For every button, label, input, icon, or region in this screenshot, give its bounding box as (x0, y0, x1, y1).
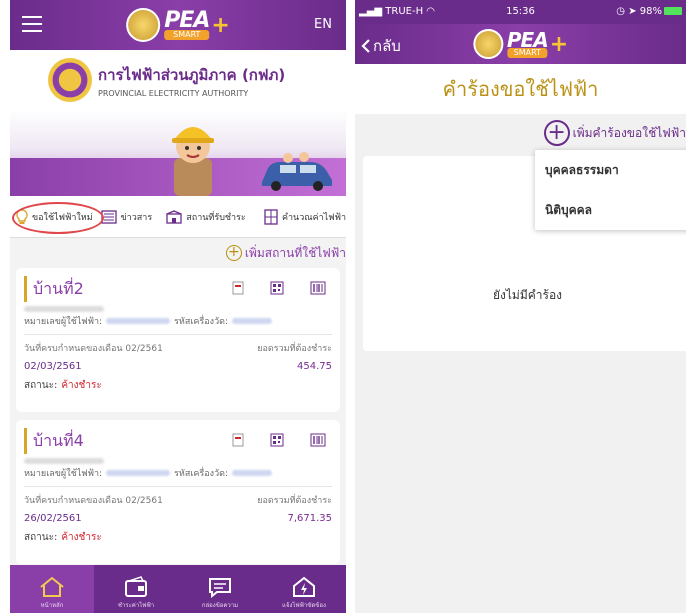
home-icon (40, 576, 64, 597)
pea-smart-logo: PEA SMART + (126, 4, 230, 46)
clock: 15:36 (506, 6, 535, 17)
add-request-button[interactable]: + เพิ่มคำร้องขอใช้ไฟฟ้า (543, 120, 686, 146)
top-bar: PEA SMART + EN (10, 0, 346, 50)
meter-label: รหัสเครื่องวัด: (174, 469, 228, 479)
barcode-icon[interactable] (310, 432, 326, 451)
battery-percent: 98% (639, 6, 662, 17)
empty-state-text: ยังไม่มีคำร้อง (493, 288, 563, 302)
meter-label: รหัสเครื่องวัด: (174, 317, 228, 327)
blurred-account-number (106, 318, 171, 324)
qr-code-icon[interactable] (270, 432, 284, 451)
brand-thai: การไฟฟ้าส่วนภูมิภาค (กฟภ) (98, 65, 286, 84)
barcode-icon[interactable] (310, 280, 326, 299)
bottom-nav: หน้าหลัก ชำระค่าไฟฟ้า กล่องข้อความ แจ้งไ… (10, 565, 346, 613)
option-individual[interactable]: บุคคลธรรมดา (535, 150, 686, 190)
highlight-circle (12, 202, 104, 234)
logo-plus-icon: + (211, 12, 230, 38)
logo-badge-icon (472, 29, 503, 59)
logo-plus-icon: + (549, 31, 569, 57)
outage-icon (293, 576, 315, 597)
tab-pay-bill[interactable]: ชำระค่าไฟฟ้า (94, 565, 178, 613)
payment-place-icon (166, 209, 182, 224)
status-badge: ค้างชำระ (61, 380, 102, 391)
blurred-account-number (106, 470, 171, 476)
page-title: คำร้องขอใช้ไฟฟ้า (442, 77, 599, 101)
account-label: หมายเลขผู้ใช้ไฟฟ้า: (24, 469, 103, 479)
menu-calculate-bill[interactable]: คำนวณค่าไฟฟ้า (264, 196, 346, 237)
left-screen: PEA SMART + EN การไฟฟ้าส่วนภูมิภาค (กฟภ)… (10, 0, 346, 613)
plus-circle-icon: + (225, 245, 242, 261)
chevron-left-icon (361, 39, 370, 53)
calculator-icon (264, 208, 278, 225)
family-car-illustration-icon (262, 152, 332, 191)
tab-report-outage[interactable]: แจ้งไฟฟ้าขัดข้อง (262, 565, 346, 613)
wallet-icon (125, 576, 147, 597)
status-label: สถานะ: (24, 532, 58, 543)
status-badge: ค้างชำระ (61, 532, 102, 543)
blurred-meter-number (232, 318, 272, 324)
right-screen: ▂▄▆ TRUE-H ◠ 15:36 ◷ ➤ 98% กลับ PEA SMAR… (355, 0, 686, 613)
account-label: หมายเลขผู้ใช้ไฟฟ้า: (24, 317, 103, 327)
language-toggle[interactable]: EN (314, 17, 332, 32)
back-button[interactable]: กลับ (361, 34, 401, 58)
nav-bar: กลับ PEA SMART + (355, 24, 686, 64)
menu-icon[interactable] (22, 16, 42, 32)
pdf-bill-icon[interactable] (232, 280, 244, 299)
blurred-address (24, 306, 104, 312)
plus-circle-icon: + (543, 120, 570, 146)
menu-news[interactable]: ข่าวสาร (100, 196, 167, 237)
requests-area: + เพิ่มคำร้องขอใช้ไฟฟ้า ยังไม่มีคำร้อง บ… (355, 114, 686, 613)
alarm-icon: ◷ (616, 6, 625, 17)
brand-english: PROVINCIAL ELECTRICITY AUTHORITY (98, 88, 249, 98)
pea-smart-logo: PEA SMART + (472, 24, 569, 64)
option-juristic-person[interactable]: นิติบุคคล (535, 190, 686, 230)
battery-icon (664, 7, 682, 15)
add-place-button[interactable]: + เพิ่มสถานที่ใช้ไฟฟ้า (10, 238, 346, 268)
due-date: 26/02/2561 (24, 513, 82, 524)
place-card[interactable]: บ้านที่4 หมายเลขผู้ใช้ไฟฟ้า: รหัสเครื่อง… (16, 420, 340, 564)
message-icon (209, 578, 231, 598)
mascot-illustration-icon (172, 127, 214, 196)
tab-inbox[interactable]: กล่องข้อความ (178, 565, 262, 613)
amount-due: 454.75 (297, 361, 332, 372)
menu-payment-places[interactable]: สถานที่รับชำระ (166, 196, 264, 237)
total-label: ยอดรวมที่ต้องชำระ (257, 496, 332, 506)
blurred-address (24, 458, 104, 464)
qr-code-icon[interactable] (270, 280, 284, 299)
pea-emblem-icon (48, 58, 92, 102)
tab-home[interactable]: หน้าหลัก (10, 565, 94, 613)
carrier-name: TRUE-H (385, 6, 424, 17)
wifi-icon: ◠ (426, 6, 436, 17)
status-label: สถานะ: (24, 380, 58, 391)
place-card[interactable]: บ้านที่2 หมายเลขผู้ใช้ไฟฟ้า: รหัสเครื่อง… (16, 268, 340, 412)
amount-due: 7,671.35 (287, 513, 332, 524)
brand-header: การไฟฟ้าส่วนภูมิภาค (กฟภ) PROVINCIAL ELE… (10, 50, 346, 110)
due-month-label: วันที่ครบกำหนดของเดือน 02/2561 (24, 496, 163, 506)
pdf-bill-icon[interactable] (232, 432, 244, 451)
blurred-meter-number (232, 470, 272, 476)
due-date: 02/03/2561 (24, 361, 82, 372)
due-month-label: วันที่ครบกำหนดของเดือน 02/2561 (24, 344, 163, 354)
location-icon: ➤ (628, 6, 637, 17)
total-label: ยอดรวมที่ต้องชำระ (257, 344, 332, 354)
hero-banner (10, 110, 346, 196)
logo-badge-icon (126, 8, 161, 42)
status-bar: ▂▄▆ TRUE-H ◠ 15:36 ◷ ➤ 98% (355, 0, 686, 24)
applicant-type-menu: บุคคลธรรมดา นิติบุคคล (535, 150, 686, 230)
quick-menu: ขอใช้ไฟฟ้าใหม่ ข่าวสาร สถานที่รับชำระ คำ… (10, 196, 346, 238)
signal-icon: ▂▄▆ (359, 6, 383, 17)
